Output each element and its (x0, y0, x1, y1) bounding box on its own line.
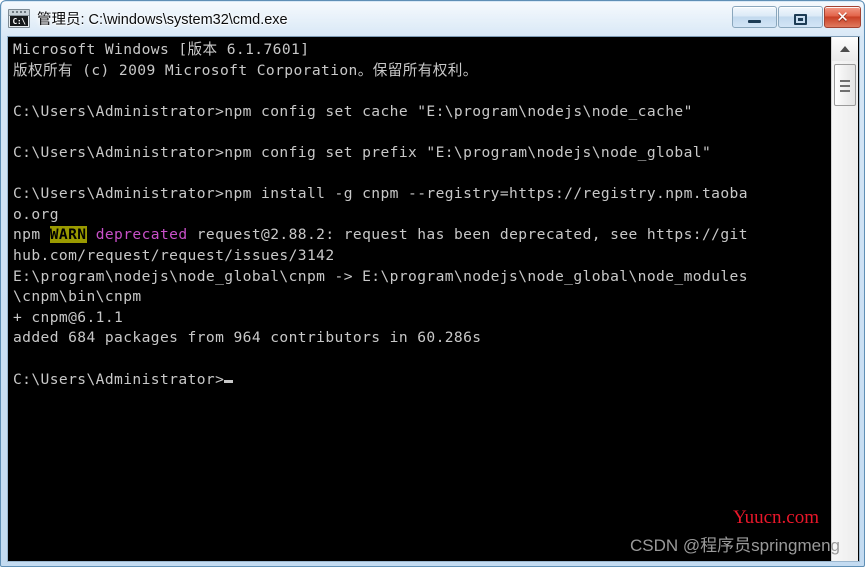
close-icon: ✕ (836, 8, 849, 26)
command-prompt-window: C:\ 管理员: C:\windows\system32\cmd.exe ✕ M… (0, 0, 865, 567)
minimize-button[interactable] (732, 6, 777, 28)
thumb-grip-line (840, 85, 850, 87)
maximize-icon (779, 10, 822, 29)
thumb-grip-line (840, 90, 850, 92)
console-line: Microsoft Windows [版本 6.1.7601] (13, 41, 310, 58)
console-line: o.org (13, 205, 59, 223)
minimize-icon (733, 20, 776, 23)
console-line: 版权所有 (c) 2009 Microsoft Corporation。保留所有… (13, 61, 478, 79)
console-line: \cnpm\bin\cnpm (13, 288, 142, 306)
console-text: Microsoft Windows [版本 6.1.7601] 版权所有 (c) … (13, 40, 748, 390)
scrollbar-track[interactable] (832, 37, 858, 561)
close-button[interactable]: ✕ (824, 6, 861, 28)
console-frame: Microsoft Windows [版本 6.1.7601] 版权所有 (c) … (7, 36, 860, 562)
cmd-icon: C:\ (8, 9, 30, 28)
thumb-grip-line (840, 80, 850, 82)
console-segment (87, 226, 96, 243)
window-title: 管理员: C:\windows\system32\cmd.exe (37, 12, 288, 28)
text-cursor (224, 379, 234, 383)
chevron-up-icon (840, 46, 850, 52)
console-segment: WARN (49, 226, 87, 244)
title-bar[interactable]: C:\ 管理员: C:\windows\system32\cmd.exe ✕ (1, 1, 864, 35)
console-line: npm WARN deprecated request@2.88.2: requ… (13, 225, 748, 246)
scrollbar-thumb[interactable] (834, 64, 856, 106)
maximize-button[interactable] (778, 6, 823, 28)
console-line: C:\Users\Administrator>npm config set pr… (13, 143, 712, 161)
console-line: C:\Users\Administrator>npm config set ca… (13, 102, 693, 120)
scroll-up-button[interactable] (832, 37, 858, 61)
console-line: added 684 packages from 964 contributors… (13, 329, 482, 347)
console-segment: npm (13, 226, 50, 244)
console-line: E:\program\nodejs\node_global\cnpm -> E:… (13, 267, 748, 285)
console-scrollbar[interactable] (831, 37, 858, 561)
console-line: C:\Users\Administrator>npm install -g cn… (13, 185, 748, 203)
console-line: hub.com/request/request/issues/3142 (13, 246, 335, 264)
watermark-yuucn: Yuucn.com (732, 507, 819, 528)
console-line: C:\Users\Administrator> (13, 370, 748, 391)
cmd-icon-text: C:\ (10, 16, 28, 26)
console-line: + cnpm@6.1.1 (13, 308, 124, 326)
console-output-area[interactable]: Microsoft Windows [版本 6.1.7601] 版权所有 (c) … (8, 37, 832, 561)
console-segment: deprecated (95, 226, 188, 244)
watermark-csdn: CSDN @程序员springmeng (630, 536, 840, 555)
console-segment: request@2.88.2: request has been depreca… (187, 226, 748, 244)
